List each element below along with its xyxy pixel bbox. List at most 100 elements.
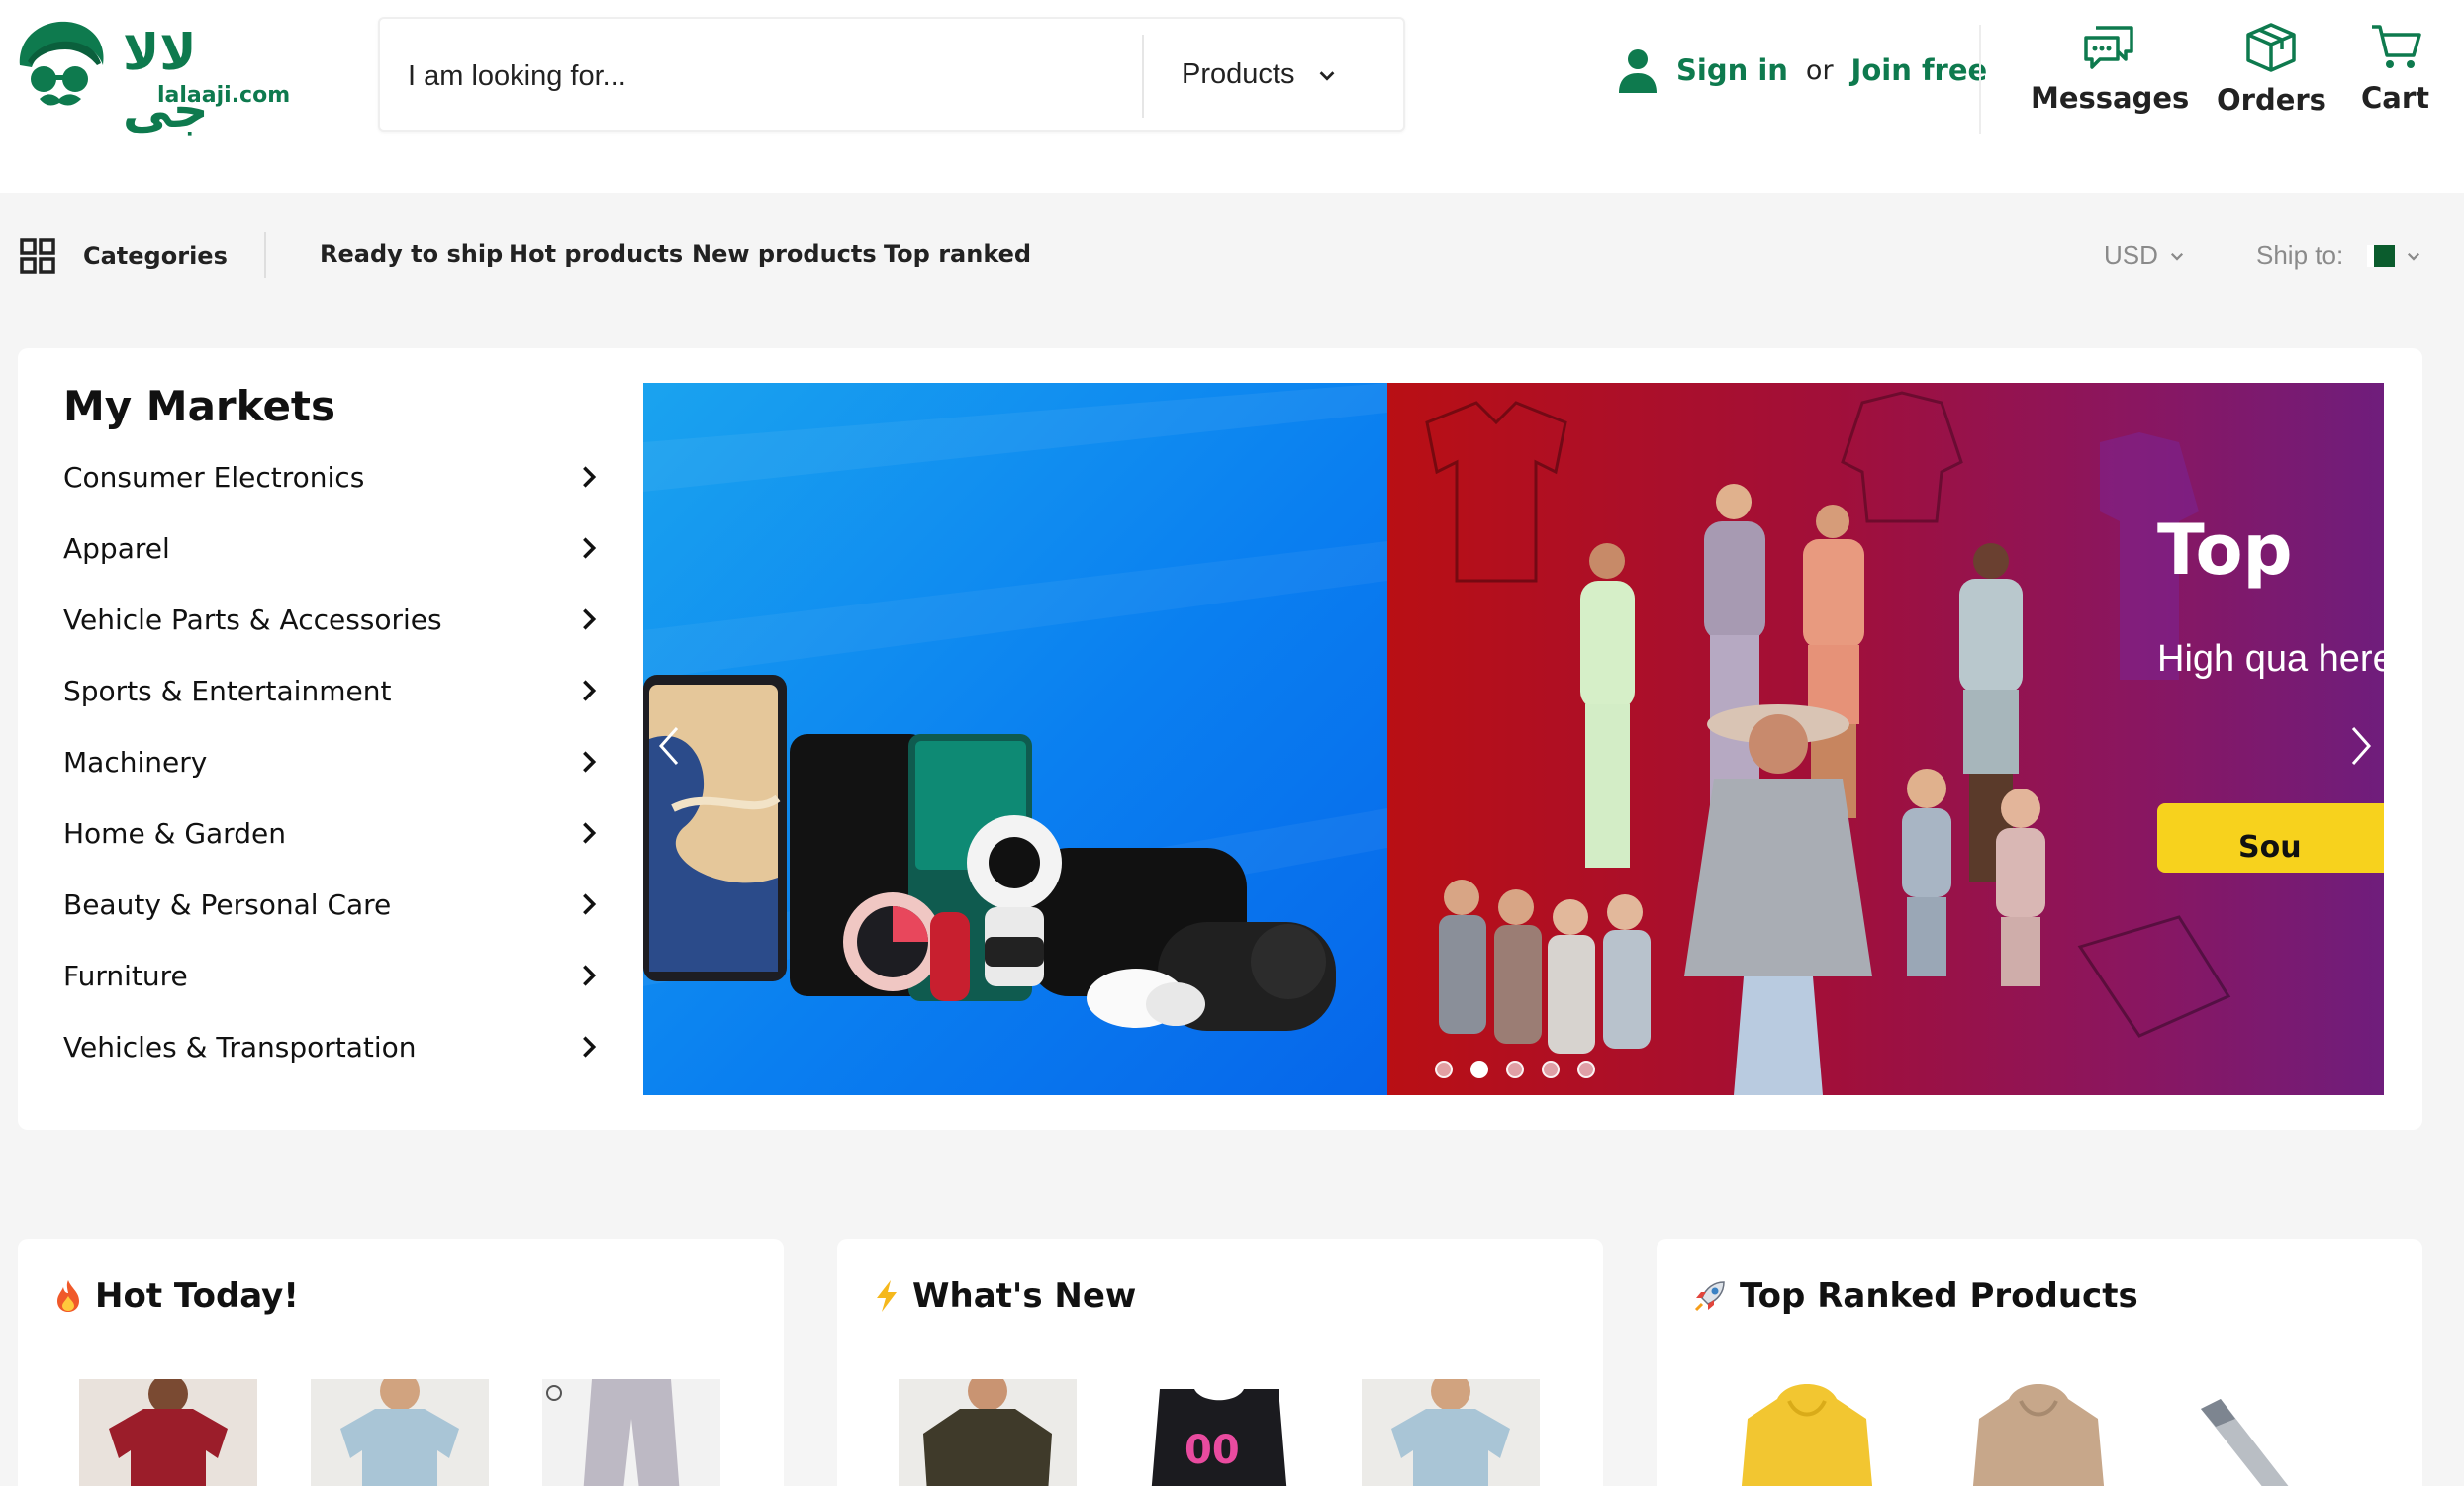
whats-new-label: What's New bbox=[912, 1276, 1137, 1316]
nav-new-products[interactable]: New products bbox=[692, 240, 877, 268]
market-item[interactable]: Machinery bbox=[63, 737, 603, 787]
electronics-banner[interactable] bbox=[643, 383, 1387, 1095]
search-input[interactable] bbox=[408, 50, 1170, 102]
carousel-dot[interactable] bbox=[1435, 1061, 1453, 1078]
market-item-label: Home & Garden bbox=[63, 816, 286, 850]
product-thumbnail[interactable] bbox=[79, 1379, 257, 1486]
or-text: or bbox=[1805, 54, 1834, 86]
markets-panel: My Markets Consumer Electronics Apparel Ve… bbox=[18, 348, 2422, 1130]
product-thumbnail[interactable] bbox=[542, 1379, 720, 1486]
light-blue-tshirt-image bbox=[1362, 1379, 1540, 1486]
chevron-right-icon bbox=[583, 466, 597, 488]
svg-text:00: 00 bbox=[1185, 1428, 1240, 1473]
chevron-right-icon bbox=[583, 608, 597, 630]
market-item[interactable]: Vehicles & Transportation bbox=[63, 1022, 603, 1071]
carousel-dot[interactable] bbox=[1542, 1061, 1560, 1078]
market-item[interactable]: Furniture bbox=[63, 951, 603, 1000]
cart-button[interactable]: Cart bbox=[2361, 22, 2429, 115]
carousel-dot-active[interactable] bbox=[1470, 1061, 1488, 1078]
search-category-select[interactable]: Products bbox=[1182, 58, 1338, 91]
fire-icon bbox=[57, 1280, 79, 1312]
turban-mascot-icon bbox=[19, 21, 104, 106]
pakistan-flag-icon bbox=[2367, 244, 2396, 267]
blue-tshirt-image bbox=[311, 1379, 489, 1486]
carousel-next-icon[interactable] bbox=[2347, 724, 2375, 768]
tool-product-image bbox=[2181, 1379, 2359, 1486]
market-item-label: Machinery bbox=[63, 745, 208, 779]
nav-divider bbox=[264, 232, 266, 278]
chevron-right-icon bbox=[583, 680, 597, 701]
apparel-banner[interactable] bbox=[1387, 383, 2384, 1095]
carousel-prev-icon[interactable] bbox=[655, 724, 683, 768]
join-free-link[interactable]: Join free bbox=[1851, 53, 1988, 87]
banner-headline: Top bbox=[2157, 510, 2293, 591]
chevron-right-icon bbox=[583, 751, 597, 773]
market-item[interactable]: Home & Garden bbox=[63, 808, 603, 858]
banner-cta-button[interactable]: Sou bbox=[2157, 803, 2384, 873]
electronics-products-illustration bbox=[643, 383, 1387, 1031]
market-item-label: Furniture bbox=[63, 959, 188, 992]
category-nav: Categories Ready to ship Hot products Ne… bbox=[0, 193, 2464, 322]
brown-hoodie-image bbox=[1949, 1379, 2128, 1486]
hot-today-card: Hot Today! bbox=[18, 1239, 784, 1486]
nav-hot-products[interactable]: Hot products bbox=[509, 240, 683, 268]
market-item[interactable]: Sports & Entertainment bbox=[63, 666, 603, 715]
orders-label: Orders bbox=[2217, 83, 2326, 117]
chevron-right-icon bbox=[583, 965, 597, 986]
nav-ready-to-ship[interactable]: Ready to ship bbox=[320, 240, 503, 268]
categories-menu[interactable]: Categories bbox=[20, 238, 228, 274]
product-thumbnail[interactable]: 00 bbox=[1130, 1379, 1308, 1486]
messages-label: Messages bbox=[2031, 81, 2190, 115]
search-category-label: Products bbox=[1182, 58, 1295, 90]
orders-button[interactable]: Orders bbox=[2217, 22, 2326, 117]
hero-carousel[interactable]: Top High qua here Sou bbox=[643, 383, 2384, 1095]
logo-domain-text: lalaaji.com bbox=[157, 83, 291, 108]
site-header: لالا جی lalaaji.com Products Sign in or … bbox=[0, 0, 2464, 193]
product-thumbnail[interactable] bbox=[1718, 1379, 1896, 1486]
top-ranked-card: Top Ranked Products bbox=[1657, 1239, 2422, 1486]
gray-pants-image bbox=[542, 1379, 720, 1486]
cart-label: Cart bbox=[2361, 81, 2430, 115]
hot-today-label: Hot Today! bbox=[95, 1276, 299, 1316]
sign-in-link[interactable]: Sign in bbox=[1676, 53, 1788, 87]
account-links: Sign in or Join free bbox=[1617, 47, 1987, 93]
search-divider bbox=[1142, 35, 1144, 118]
product-thumbnail[interactable] bbox=[311, 1379, 489, 1486]
header-divider bbox=[1979, 25, 1981, 134]
chevron-right-icon bbox=[583, 537, 597, 559]
whats-new-card: What's New 00 bbox=[837, 1239, 1603, 1486]
site-logo[interactable]: لالا جی lalaaji.com bbox=[14, 16, 291, 139]
currency-select[interactable]: USD bbox=[2104, 240, 2186, 271]
yellow-hoodie-image bbox=[1718, 1379, 1896, 1486]
top-ranked-title: Top Ranked Products bbox=[1692, 1276, 2138, 1316]
chevron-right-icon bbox=[583, 822, 597, 844]
currency-label: USD bbox=[2104, 240, 2158, 270]
markets-title: My Markets bbox=[63, 382, 336, 430]
product-thumbnail[interactable] bbox=[899, 1379, 1077, 1486]
cart-icon bbox=[2371, 25, 2421, 68]
basketball-jersey-image: 00 bbox=[1130, 1379, 1308, 1486]
market-item-label: Consumer Electronics bbox=[63, 460, 365, 494]
search-bar: Products bbox=[378, 17, 1405, 132]
carousel-dot[interactable] bbox=[1506, 1061, 1524, 1078]
user-icon bbox=[1619, 49, 1657, 93]
market-item[interactable]: Apparel bbox=[63, 523, 603, 573]
market-item-label: Vehicles & Transportation bbox=[63, 1030, 417, 1064]
market-item[interactable]: Beauty & Personal Care bbox=[63, 880, 603, 929]
messages-button[interactable]: Messages bbox=[2031, 22, 2189, 115]
logo-arabic-text: لالا جی bbox=[123, 24, 209, 139]
nav-top-ranked[interactable]: Top ranked bbox=[884, 240, 1031, 268]
product-thumbnail[interactable] bbox=[1949, 1379, 2128, 1486]
carousel-dot[interactable] bbox=[1577, 1061, 1595, 1078]
market-item[interactable]: Consumer Electronics bbox=[63, 452, 603, 502]
rocket-icon bbox=[1694, 1281, 1725, 1312]
ship-to-select[interactable]: Ship to: bbox=[2256, 240, 2422, 271]
chevron-right-icon bbox=[583, 893, 597, 915]
categories-label: Categories bbox=[83, 242, 228, 270]
market-item[interactable]: Vehicle Parts & Accessories bbox=[63, 595, 603, 644]
chevron-right-icon bbox=[583, 1036, 597, 1058]
product-thumbnail[interactable] bbox=[1362, 1379, 1540, 1486]
product-thumbnail[interactable] bbox=[2181, 1379, 2359, 1486]
messages-icon bbox=[2084, 26, 2133, 69]
top-ranked-label: Top Ranked Products bbox=[1740, 1276, 2138, 1316]
